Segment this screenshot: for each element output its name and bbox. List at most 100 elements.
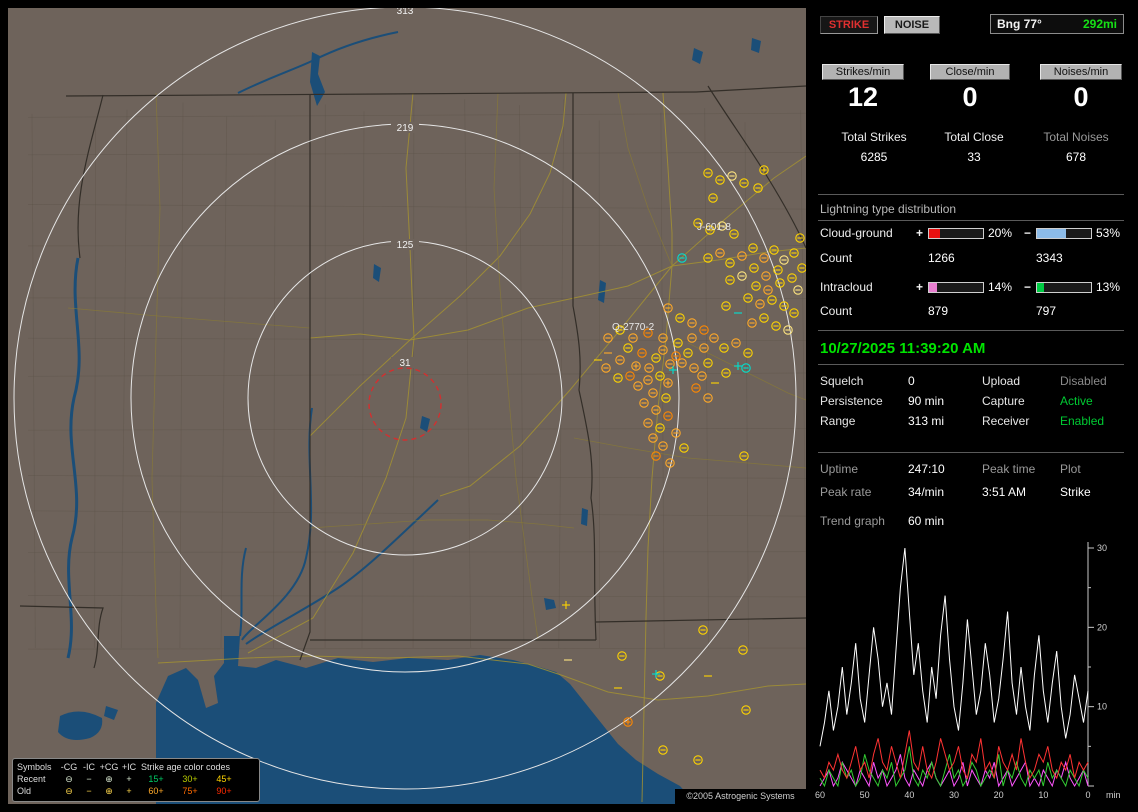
total-close-value: 33 — [967, 150, 981, 164]
squelch-label: Squelch — [820, 374, 864, 388]
legend-col--cg: -CG — [60, 762, 78, 772]
storm-cell-label: J-601-8 — [697, 222, 731, 233]
minus-sign: − — [1024, 226, 1032, 240]
strikes-per-min-chip[interactable]: Strikes/min — [822, 64, 904, 80]
divider — [818, 330, 1124, 331]
trend-x-tick-label: 40 — [904, 790, 914, 800]
cg-pos-icon: ⊕ — [105, 785, 113, 796]
peak-rate-value: 34/min — [908, 485, 945, 499]
divider — [818, 194, 1124, 195]
cg-pos-pct: 20% — [988, 226, 1013, 240]
trend-graph-period: 60 min — [908, 514, 945, 528]
bearing-label: Bng 77° — [997, 17, 1042, 31]
cg-neg-bar — [1036, 228, 1092, 239]
age-15: 15+ — [148, 774, 164, 784]
age-75: 75+ — [182, 786, 198, 796]
trend-y-tick-label: 10 — [1097, 702, 1107, 712]
ic-pos-count: 879 — [928, 304, 949, 318]
trend-series-strikes — [819, 547, 1089, 747]
ic-pos-pct: 14% — [988, 280, 1013, 294]
ic-neg-icon: − — [86, 774, 92, 784]
cg-neg-count: 3343 — [1036, 251, 1063, 265]
noise-button[interactable]: NOISE — [884, 16, 940, 34]
noises-per-min-value: 0 — [1073, 82, 1089, 112]
trend-x-tick-label: 30 — [949, 790, 959, 800]
copyright-label: ©2005 Astrogenic Systems — [675, 789, 806, 804]
peak-time-label: Peak time — [982, 462, 1036, 476]
cg-neg-icon: ⊖ — [65, 773, 73, 784]
intracloud-row: Intracloud + 14% − 13% — [820, 280, 1121, 294]
legend-age-header: Strike age color codes — [141, 762, 231, 772]
map-view[interactable]: 313 219 125 31 J-601-8 Q-2770-2 Symbols -CG … — [8, 8, 806, 804]
cg-pos-count: 1266 — [928, 251, 955, 265]
bearing-distance: 292mi — [1082, 17, 1117, 31]
legend-col--ic: -IC — [83, 762, 95, 772]
total-close-label: Total Close — [944, 130, 1004, 144]
cg-neg-pct: 53% — [1096, 226, 1121, 240]
strike-button[interactable]: STRIKE — [820, 16, 878, 34]
ic-neg-bar — [1036, 282, 1092, 293]
bearing-box: Bng 77° 292mi — [990, 14, 1124, 34]
receiver-value: Enabled — [1060, 414, 1105, 428]
divider — [818, 452, 1124, 453]
plot-label: Plot — [1060, 462, 1081, 476]
cg-neg-icon: ⊖ — [65, 785, 73, 796]
ic-pos-bar — [928, 282, 984, 293]
close-per-min-chip[interactable]: Close/min — [930, 64, 1010, 80]
trend-graph-label: Trend graph — [820, 514, 885, 528]
legend-col-+ic: +IC — [121, 762, 137, 772]
distribution-title: Lightning type distribution — [820, 202, 957, 216]
uptime-value: 247:10 — [908, 462, 945, 476]
squelch-value: 0 — [908, 374, 915, 388]
persistence-label: Persistence — [820, 394, 883, 408]
trend-x-tick-label: 60 — [815, 790, 825, 800]
strikes-per-min-value: 12 — [847, 82, 879, 112]
uptime-label: Uptime — [820, 462, 859, 476]
age-30: 30+ — [182, 774, 198, 784]
trend-x-tick-label: 0 — [1085, 790, 1090, 800]
legend-col-+cg: +CG — [99, 762, 119, 772]
total-noises-label: Total Noises — [1043, 130, 1109, 144]
cloud-ground-count-row: Count 1266 3343 — [820, 251, 1063, 265]
total-strikes-value: 6285 — [860, 150, 888, 164]
datetime-display: 10/27/2025 11:39:20 AM — [820, 340, 986, 357]
trend-series-noises — [819, 746, 1089, 788]
minus-sign: − — [1024, 280, 1032, 294]
status-panel: STRIKE NOISE Bng 77° 292mi Strikes/min C… — [812, 8, 1130, 804]
legend-row-recent: Recent ⊖ − ⊕ + 15+ 30+ 45+ — [17, 773, 255, 785]
cg-pos-bar — [928, 228, 984, 239]
upload-label: Upload — [982, 374, 1021, 388]
app-window: 313 219 125 31 J-601-8 Q-2770-2 Symbols -CG … — [0, 0, 1138, 812]
noises-per-min-chip[interactable]: Noises/min — [1040, 64, 1122, 80]
age-60: 60+ — [148, 786, 164, 796]
divider — [818, 220, 1124, 221]
legend-row-old: Old ⊖ − ⊕ + 60+ 75+ 90+ — [17, 785, 255, 797]
storm-cell-label: Q-2770-2 — [612, 322, 655, 333]
close-per-min-value: 0 — [962, 82, 978, 112]
range-ring-label: 125 — [397, 240, 414, 251]
trend-x-tick-label: 20 — [994, 790, 1004, 800]
plot-value: Strike — [1060, 485, 1091, 499]
upload-value: Disabled — [1060, 374, 1107, 388]
range-value: 313 mi — [908, 414, 945, 428]
peak-time-value: 3:51 AM — [982, 485, 1027, 499]
plus-sign: + — [916, 280, 924, 294]
cg-pos-icon: ⊕ — [105, 773, 113, 784]
trend-y-tick-label: 30 — [1097, 543, 1107, 553]
ic-neg-pct: 13% — [1096, 280, 1121, 294]
trend-graph: 10 20 30 60 50 40 30 20 10 0 min — [812, 536, 1130, 804]
legend-symbols-header: Symbols — [17, 762, 52, 772]
receiver-label: Receiver — [982, 414, 1030, 428]
divider — [818, 364, 1124, 365]
total-noises-value: 678 — [1065, 150, 1087, 164]
age-90: 90+ — [216, 786, 232, 796]
range-ring-label: 219 — [397, 123, 414, 134]
range-ring-label: 31 — [399, 358, 411, 369]
trend-x-unit: min — [1106, 790, 1121, 800]
map-legend: Symbols -CG -IC +CG +IC Strike age color… — [12, 758, 260, 802]
persistence-value: 90 min — [908, 394, 945, 408]
trend-x-tick-label: 10 — [1038, 790, 1048, 800]
range-ring-label: 313 — [397, 8, 414, 17]
ic-pos-icon: + — [126, 786, 132, 796]
plus-sign: + — [916, 226, 924, 240]
